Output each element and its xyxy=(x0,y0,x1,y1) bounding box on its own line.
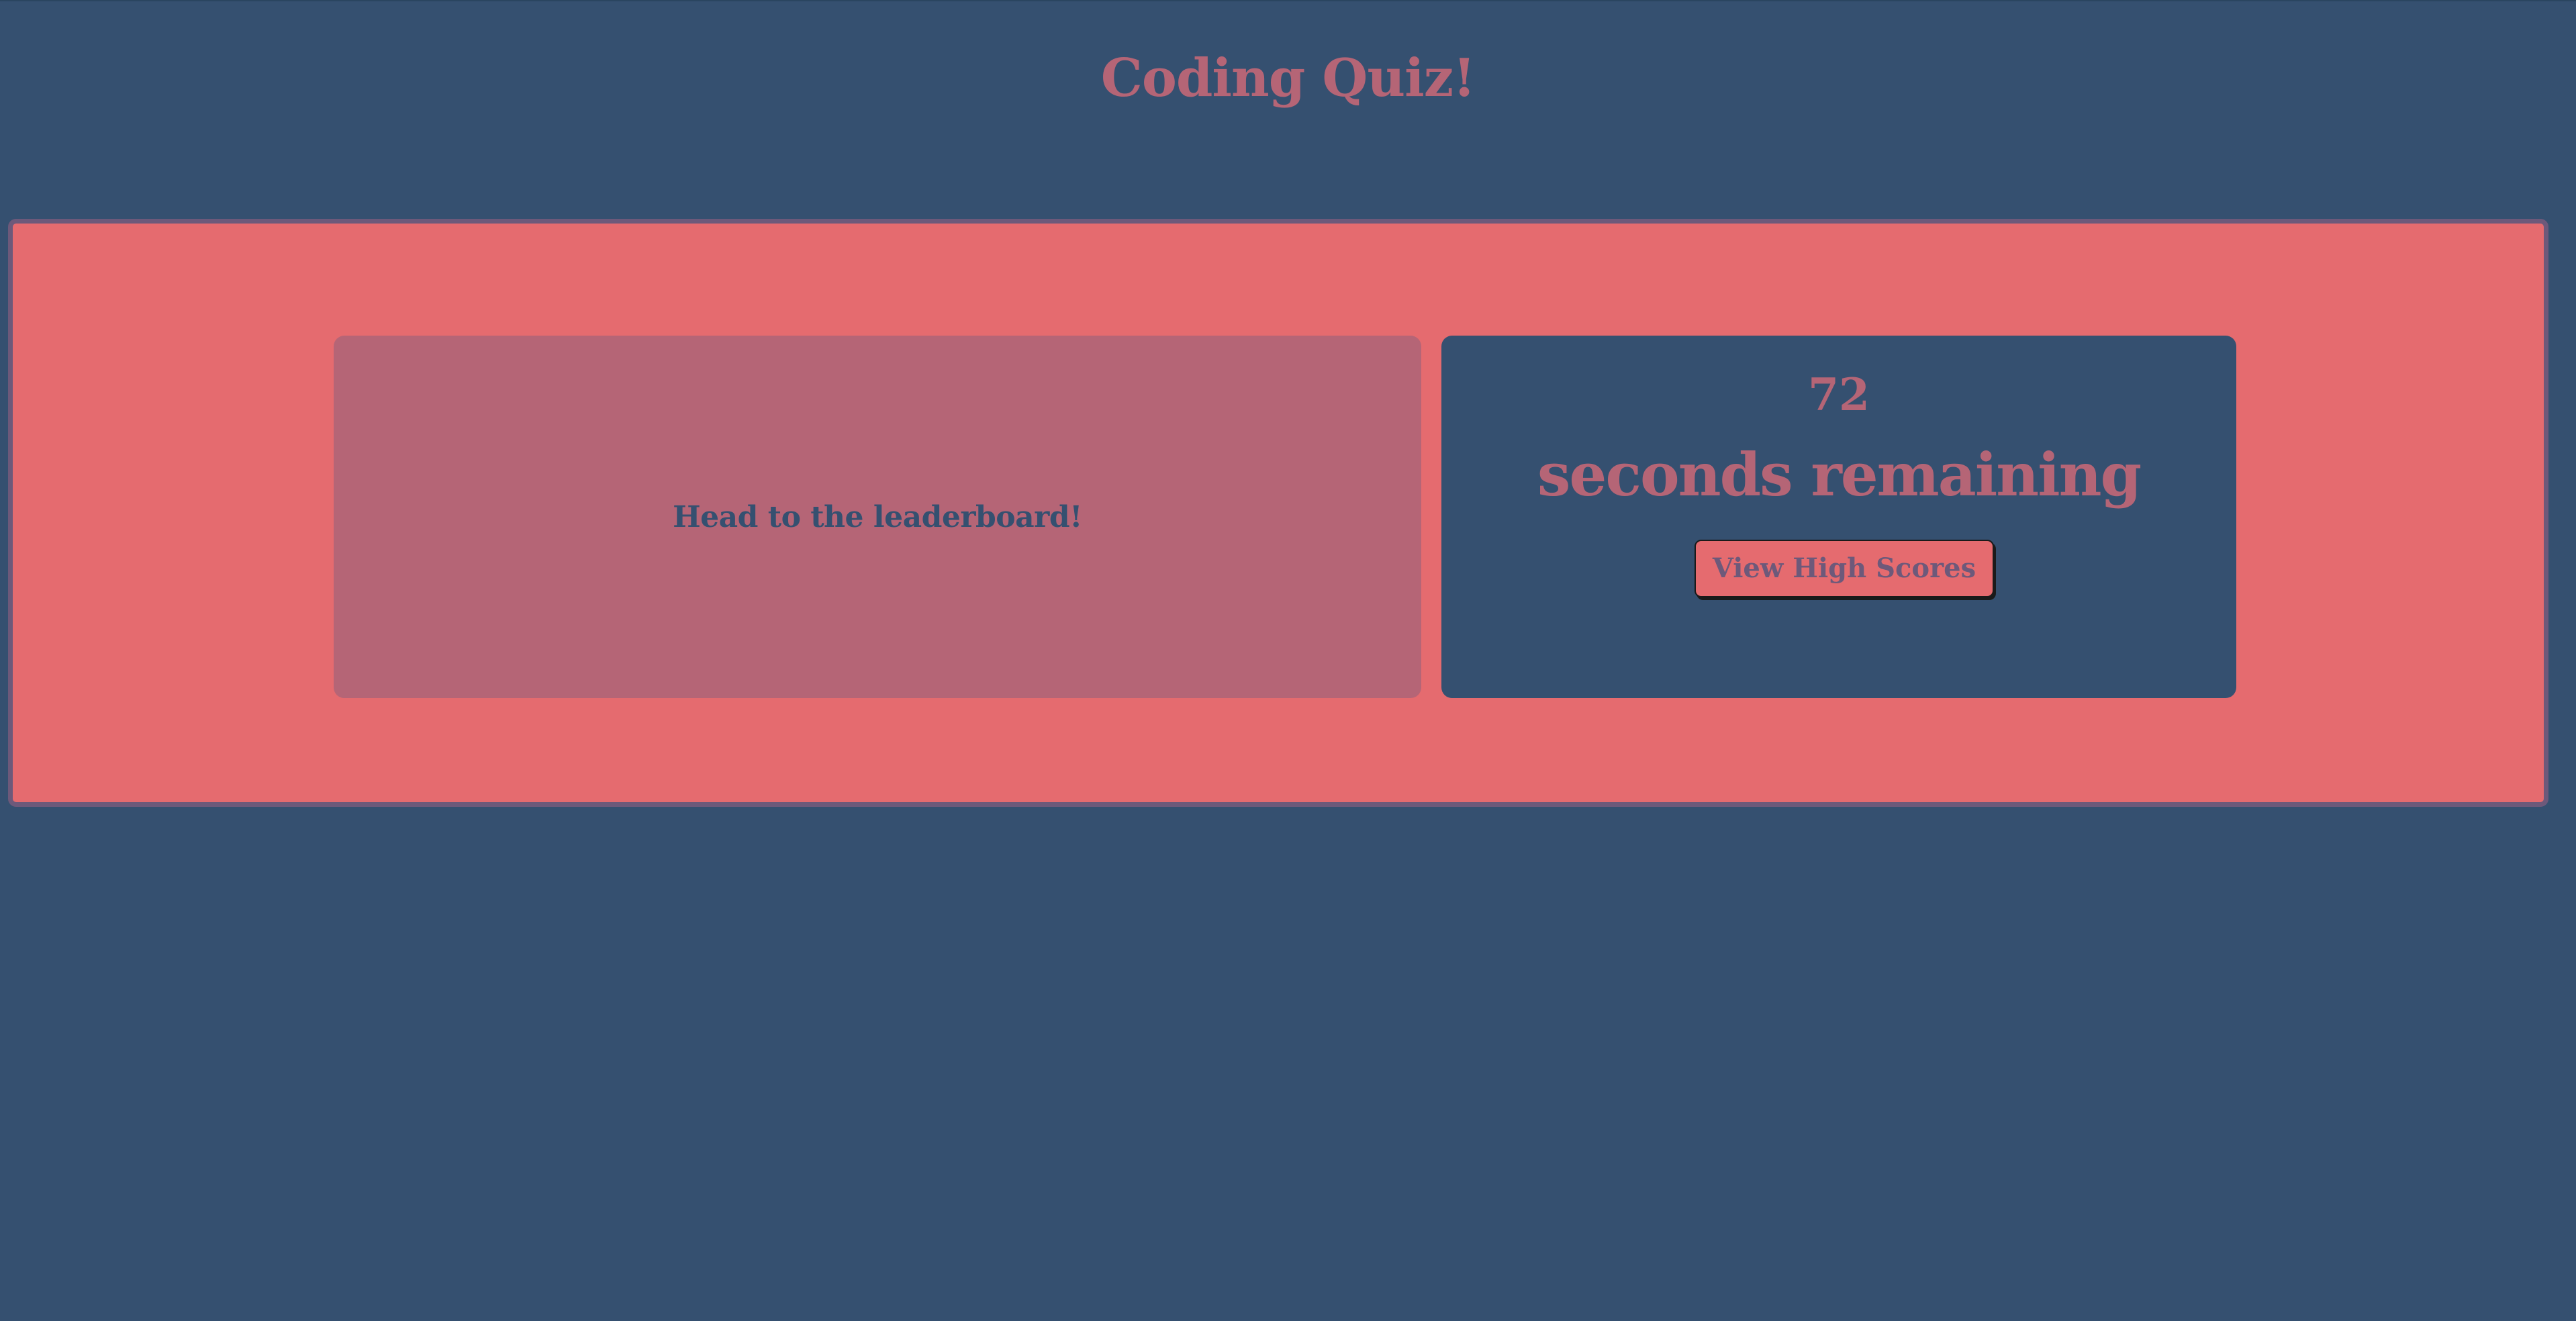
message-card: Head to the leaderboard! xyxy=(334,336,1421,698)
timer-label: seconds remaining xyxy=(1537,440,2142,509)
leaderboard-message: Head to the leaderboard! xyxy=(673,499,1082,534)
quiz-container: Head to the leaderboard! 72 seconds rema… xyxy=(8,219,2548,807)
timer-seconds: 72 xyxy=(1808,369,1870,421)
page-title: Coding Quiz! xyxy=(1100,48,1476,109)
timer-card: 72 seconds remaining View High Scores xyxy=(1441,336,2236,698)
view-high-scores-button[interactable]: View High Scores xyxy=(1695,540,1994,597)
